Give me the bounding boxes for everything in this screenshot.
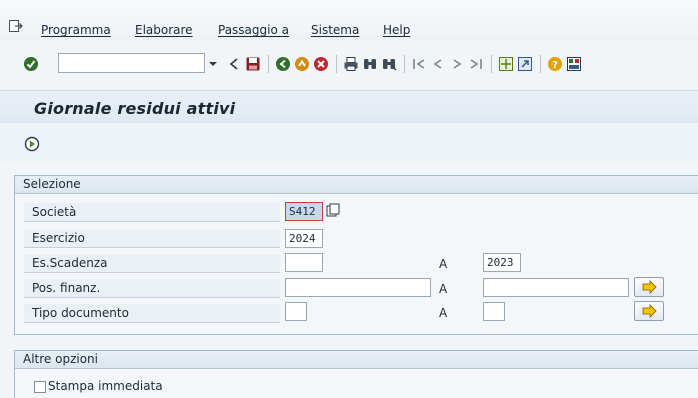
menu-programma[interactable]: Programma [41, 23, 111, 37]
other-options-group-header: Altre opzioni [15, 351, 698, 369]
company-field[interactable]: S412 [285, 202, 323, 221]
toolbar-separator [336, 55, 337, 73]
print-immediately-label: Stampa immediata [48, 379, 163, 393]
arrow-right-icon [642, 304, 657, 318]
layout-icon[interactable] [566, 56, 582, 72]
company-label: Società [32, 205, 77, 219]
due-year-to-label: A [439, 257, 448, 271]
prev-page-icon[interactable] [430, 56, 446, 72]
due-year-to-field[interactable]: 2023 [483, 253, 521, 272]
execute-icon[interactable] [24, 136, 40, 152]
document-type-to-field[interactable] [483, 302, 505, 321]
document-type-label: Tipo documento [32, 306, 129, 320]
exit-icon[interactable] [294, 56, 310, 72]
menu-sistema[interactable]: Sistema [311, 23, 359, 37]
print-immediately-checkbox[interactable] [34, 381, 46, 393]
fiscal-year-label: Esercizio [32, 231, 85, 245]
back-icon[interactable] [226, 56, 242, 72]
budget-item-to-label: A [439, 282, 448, 296]
budget-item-from-field[interactable] [285, 278, 431, 297]
chevron-down-icon[interactable] [205, 53, 221, 73]
system-menu-icon[interactable] [9, 20, 23, 32]
enter-icon[interactable] [23, 56, 39, 72]
menu-passaggio-a[interactable]: Passaggio a [218, 23, 289, 37]
budget-item-to-field[interactable] [483, 278, 629, 297]
multiple-selection-icon[interactable] [326, 203, 340, 217]
fiscal-year-field[interactable]: 2024 [285, 229, 323, 248]
document-type-from-field[interactable] [285, 302, 307, 321]
due-year-label: Es.Scadenza [32, 256, 108, 270]
selection-group-title: Selezione [23, 177, 81, 191]
first-page-icon[interactable] [411, 56, 427, 72]
new-session-icon[interactable] [498, 56, 514, 72]
command-field[interactable] [58, 53, 205, 73]
page-title: Giornale residui attivi [34, 99, 236, 118]
toolbar-separator [491, 55, 492, 73]
selection-group-header: Selezione [15, 176, 698, 194]
document-type-multiple-selection-button[interactable] [634, 301, 664, 321]
next-page-icon[interactable] [449, 56, 465, 72]
budget-item-label: Pos. finanz. [32, 281, 101, 295]
help-icon[interactable]: ? [547, 56, 563, 72]
menu-elaborare[interactable]: Elaborare [135, 23, 193, 37]
toolbar-separator [404, 55, 405, 73]
arrow-right-icon [642, 280, 657, 294]
toolbar-separator [540, 55, 541, 73]
shortcut-icon[interactable] [517, 56, 533, 72]
last-page-icon[interactable] [468, 56, 484, 72]
print-icon[interactable] [343, 56, 359, 72]
other-options-group-title: Altre opzioni [23, 352, 98, 366]
application-toolbar [0, 123, 698, 163]
find-icon[interactable] [362, 56, 378, 72]
budget-item-multiple-selection-button[interactable] [634, 277, 664, 297]
save-icon[interactable] [245, 56, 261, 72]
toolbar-separator [268, 55, 269, 73]
svg-text:?: ? [552, 60, 558, 71]
due-year-from-field[interactable] [285, 253, 323, 272]
document-type-to-label: A [439, 306, 448, 320]
back-nav-icon[interactable] [275, 56, 291, 72]
menu-help[interactable]: Help [383, 23, 410, 37]
cancel-icon[interactable] [313, 56, 329, 72]
find-next-icon[interactable] [381, 56, 397, 72]
